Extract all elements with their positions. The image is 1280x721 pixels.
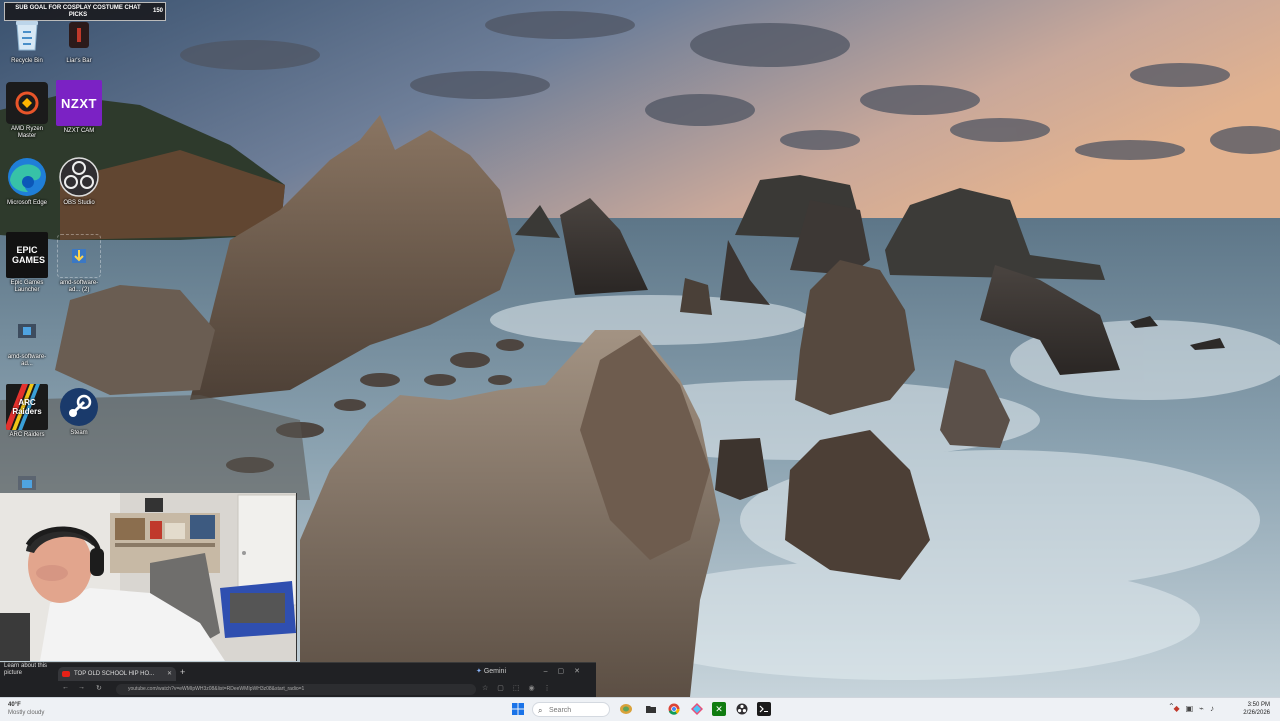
desktop-icon-amd-software-installer[interactable]: amd-software-ad... <box>2 310 52 368</box>
installer-icon <box>6 310 48 352</box>
nzxt-cam-icon: NZXT <box>56 80 102 126</box>
forward-icon[interactable]: → <box>78 684 85 691</box>
clock-time: 3:50 PM <box>1247 702 1270 708</box>
clock-date: 2/26/2026 <box>1243 710 1270 716</box>
desktop-icon-label: amd-software-ad... <box>7 354 47 367</box>
desktop-icon-label: NZXT CAM <box>63 128 95 134</box>
desktop-icon-steam[interactable]: Steam <box>54 386 104 437</box>
app-tray-icon[interactable]: ▣ <box>1186 704 1200 713</box>
weather-temperature: 40°F <box>8 702 21 708</box>
weather-condition: Mostly cloudy <box>8 710 45 716</box>
edge-icon <box>6 156 48 198</box>
search-icon: ⌕ <box>538 706 543 715</box>
desktop-icon-label: Epic Games Launcher <box>10 280 44 293</box>
desktop-icon-label: Recycle Bin <box>11 58 43 64</box>
desktop-icon-microsoft-edge[interactable]: Microsoft Edge <box>2 156 52 207</box>
desktop-icon-epic-games-launcher[interactable]: EPIC GAMES Epic Games Launcher <box>2 232 52 294</box>
reload-icon[interactable]: ↻ <box>96 684 102 692</box>
liars-bar-icon <box>58 14 100 56</box>
xbox-icon[interactable]: ✕ <box>712 702 726 716</box>
browser-window[interactable]: Learn about this picture TOP OLD SCHOOL … <box>0 662 596 698</box>
obs-icon <box>58 156 100 198</box>
desktop-icon-label: OBS Studio <box>63 200 95 206</box>
weather-widget[interactable]: 40°F Mostly cloudy <box>8 701 44 717</box>
gemini-icon: ✦ <box>476 668 482 675</box>
epic-logo-text: EPIC GAMES <box>12 245 46 265</box>
desktop-icon-label: ARC Raiders <box>9 432 45 438</box>
clock[interactable]: 3:50 PM 2/26/2026 <box>1243 701 1270 717</box>
volume-icon[interactable]: ♪ <box>1210 704 1220 713</box>
browser-toolbar: ← → ↻ youtube.com/watch?v=eWMIpWH3z08&li… <box>52 684 592 696</box>
close-window-icon[interactable]: ✕ <box>574 668 590 675</box>
epic-games-icon: EPIC GAMES <box>6 232 48 278</box>
chrome-icon[interactable] <box>667 702 681 716</box>
window-controls: –▢✕ <box>544 667 590 675</box>
new-tab-button[interactable]: + <box>180 667 185 677</box>
desktop-icon-label: amd-software-ad... (2) <box>59 280 99 293</box>
desktop-icon-amd-ryzen-master[interactable]: AMD Ryzen Master <box>2 82 52 140</box>
gemini-label: Gemini <box>483 668 507 675</box>
back-icon[interactable]: ← <box>62 684 69 691</box>
start-button[interactable] <box>511 702 525 716</box>
taskbar-search[interactable]: ⌕ Search <box>532 702 610 717</box>
tab-title: TOP OLD SCHOOL HIP HO... <box>74 671 155 677</box>
desktop-icon-label: Microsoft Edge <box>6 200 48 206</box>
file-explorer-icon[interactable] <box>644 702 658 716</box>
gemini-button[interactable]: ✦ Gemini <box>476 667 506 675</box>
security-icon[interactable]: ◆ <box>1173 704 1185 713</box>
desktop-icon-recycle-bin[interactable]: Recycle Bin <box>2 14 52 65</box>
maximize-icon[interactable]: ▢ <box>558 668 575 675</box>
obs-taskbar-icon[interactable] <box>735 702 749 716</box>
nzxt-logo-text: NZXT <box>61 95 97 111</box>
arc-raiders-logo-text: ARC Raiders <box>12 398 42 416</box>
youtube-icon <box>62 671 70 677</box>
address-bar[interactable]: youtube.com/watch?v=eWMIpWH3z08&list=RDe… <box>116 684 476 695</box>
taskbar: 40°F Mostly cloudy ⌕ Search ✕ ⌃ ◆▣⌁♪ 3:5… <box>0 697 1280 721</box>
browser-extension-icons[interactable]: ☆▢⬚◉⋮ <box>482 684 560 692</box>
color-app-icon[interactable] <box>690 702 704 716</box>
url-text: youtube.com/watch?v=eWMIpWH3z08&list=RDe… <box>128 686 305 692</box>
arc-raiders-icon: ARC Raiders <box>6 384 48 430</box>
close-tab-icon[interactable]: ✕ <box>167 667 172 681</box>
network-icon[interactable]: ⌁ <box>1199 704 1210 713</box>
terminal-icon[interactable] <box>757 702 771 716</box>
desktop-icon-nzxt-cam[interactable]: NZXT NZXT CAM <box>54 80 104 135</box>
desktop-icon-arc-raiders[interactable]: ARC Raiders ARC Raiders <box>2 384 52 439</box>
desktop-icon-label: AMD Ryzen Master <box>10 126 43 139</box>
search-placeholder: Search <box>549 707 572 714</box>
installer-icon <box>57 234 101 278</box>
recycle-bin-icon <box>6 14 48 56</box>
windows-icon <box>512 703 524 715</box>
tab-youtube[interactable]: TOP OLD SCHOOL HIP HO... ✕ <box>58 667 176 681</box>
system-tray[interactable]: ◆▣⌁♪ <box>1173 704 1220 713</box>
amd-ryzen-master-icon <box>6 82 48 124</box>
sub-goal-count: 150 <box>152 8 163 14</box>
desktop-icon-label: Steam <box>70 430 88 436</box>
desktop-icon-liars-bar[interactable]: Liar's Bar <box>54 14 104 65</box>
copilot-icon[interactable] <box>618 702 634 716</box>
webcam-overlay <box>0 493 297 661</box>
minimize-icon[interactable]: – <box>544 668 558 675</box>
desktop-icon-amd-software-installer-2[interactable]: amd-software-ad... (2) <box>54 234 104 294</box>
desktop-icon-obs-studio[interactable]: OBS Studio <box>54 156 104 207</box>
desktop-icon-label: Liar's Bar <box>66 58 92 64</box>
learn-about-picture[interactable]: Learn about this picture <box>4 663 54 677</box>
steam-icon <box>58 386 100 428</box>
